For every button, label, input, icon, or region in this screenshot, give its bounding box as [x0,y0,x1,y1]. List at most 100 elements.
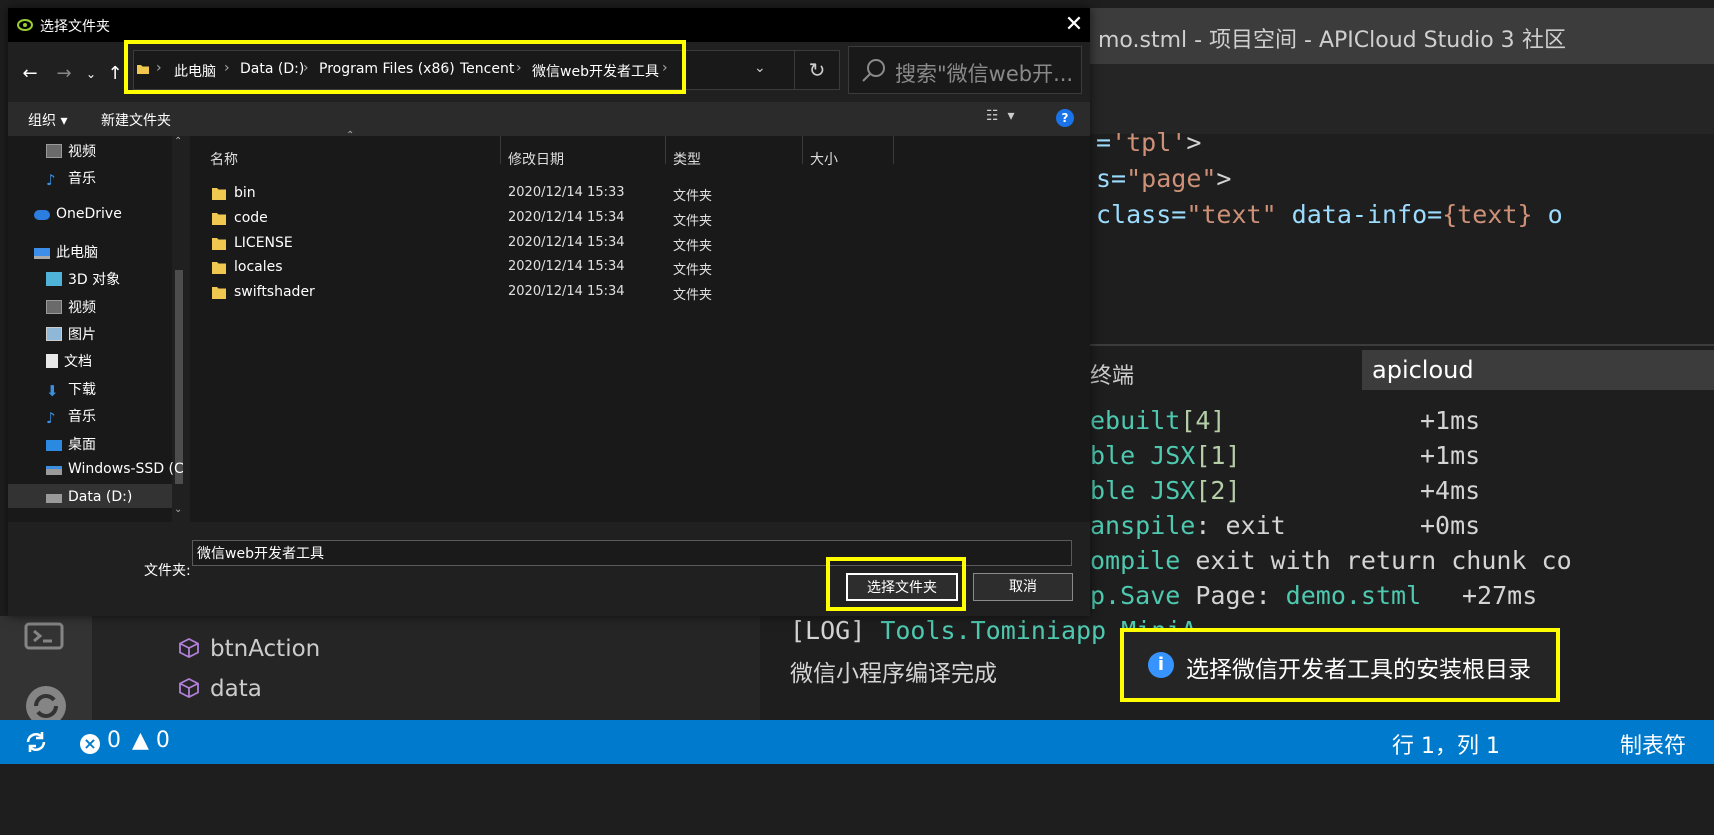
folder-icon [212,213,226,225]
file-type: 文件夹 [673,214,713,229]
nav-item-documents[interactable]: 文档 [46,351,92,371]
status-bar: × 0 ▲ 0 行 1，列 1 制表符 [0,720,1714,764]
dialog-toolbar: 组织 ▾ 新建文件夹 ☷ ▾ ? [8,102,1090,136]
close-icon[interactable]: ✕ [1060,12,1088,40]
nav-item-this-pc[interactable]: 此电脑 [34,242,98,262]
tab-terminal[interactable]: 终端 [1090,358,1134,390]
sort-ascending-icon: ⌃ [346,130,355,141]
panel-header: 终端 apicloud [1090,346,1714,406]
sync-status-icon[interactable] [24,730,48,754]
new-folder-button[interactable]: 新建文件夹 [101,110,171,130]
search-input[interactable]: 搜索"微信web开... [848,46,1082,94]
file-type: 文件夹 [673,239,713,254]
video-icon [46,300,62,314]
code-editor[interactable]: ='tpl'> s="page"> class="text" data-info… [1090,128,1714,344]
terminal-time: +27ms [1462,581,1538,610]
cloud-icon [34,210,50,220]
nav-item-videos[interactable]: 视频 [46,297,96,317]
document-icon [46,354,58,368]
file-name: locales [234,259,283,275]
refresh-icon[interactable]: ↻ [794,50,840,90]
dialog-title-bar[interactable]: 选择文件夹 ✕ [8,8,1090,42]
music-icon: ♪ [46,171,56,189]
file-name: LICENSE [234,235,293,251]
file-type: 文件夹 [673,189,713,204]
select-folder-dialog: 选择文件夹 ✕ ← → ⌄ ↑ › 此电脑 › Data (D:) › Prog… [8,8,1090,616]
column-divider[interactable] [665,136,666,164]
scroll-up-icon[interactable]: ⌃ [174,136,182,147]
folder-icon [212,262,226,274]
file-row[interactable]: locales 2020/12/14 15:34 文件夹 [190,256,1080,280]
organize-button[interactable]: 组织 ▾ [28,110,67,130]
column-divider[interactable] [500,136,501,164]
file-row[interactable]: bin 2020/12/14 15:33 文件夹 [190,182,1080,206]
terminal-icon[interactable] [24,622,64,650]
nav-item-windows-ssd[interactable]: Windows-SSD (C [46,461,184,477]
terminal-line: ebuilt[4] [1090,406,1226,435]
search-placeholder: 搜索"微信web开... [895,62,1074,86]
info-icon: i [1148,652,1174,678]
cancel-button[interactable]: 取消 [973,573,1073,601]
file-type: 文件夹 [673,288,713,303]
column-header-name[interactable]: 名称 [210,149,238,169]
outline-item[interactable]: data [178,676,262,702]
nav-item-videos[interactable]: 视频 [46,141,96,161]
address-highlight-box [124,40,686,94]
back-arrow-icon[interactable]: ← [20,62,40,86]
terminal-time: +0ms [1420,511,1481,540]
problems-indicator[interactable]: × 0 ▲ 0 [80,728,170,754]
nav-scroll-thumb[interactable] [175,270,183,484]
cube-icon [179,677,199,699]
nav-item-downloads[interactable]: ⬇ 下载 [46,379,96,399]
file-row[interactable]: LICENSE 2020/12/14 15:34 文件夹 [190,232,1080,256]
drive-icon [46,494,62,503]
file-modified: 2020/12/14 15:34 [508,259,625,274]
terminal-line: ompile exit with return chunk co [1090,546,1572,575]
community-menu[interactable]: 社区 [1522,22,1566,54]
warning-icon: ▲ [132,728,149,753]
help-icon[interactable]: ? [1056,109,1074,127]
cube-3d-icon [46,272,62,286]
code-line: class="text" data-info={text} o [1096,200,1563,229]
file-row[interactable]: code 2020/12/14 15:34 文件夹 [190,207,1080,231]
nav-item-onedrive[interactable]: OneDrive [34,206,122,222]
notification-toast[interactable]: i 选择微信开发者工具的安装根目录 [1120,628,1560,702]
terminal-line: p.Save Page: demo.stml [1090,581,1422,610]
folder-icon [212,287,226,299]
address-dropdown-chevron-icon[interactable]: ⌄ [754,60,766,76]
column-header-type[interactable]: 类型 [673,149,701,169]
nav-item-data-drive[interactable]: Data (D:) [46,489,132,505]
column-divider[interactable] [802,136,803,164]
view-options-icon[interactable]: ☷ ▾ [986,108,1014,124]
column-header-size[interactable]: 大小 [810,149,838,169]
sync-icon[interactable] [24,684,68,726]
file-modified: 2020/12/14 15:34 [508,210,625,225]
recent-locations-chevron-icon[interactable]: ⌄ [84,62,98,86]
cursor-position[interactable]: 行 1，列 1 [1392,728,1500,760]
indentation-status[interactable]: 制表符 [1620,728,1686,760]
nav-item-pictures[interactable]: 图片 [46,324,96,344]
outline-item[interactable]: btnAction [178,636,320,662]
activity-bar [0,616,92,726]
dialog-title: 选择文件夹 [40,19,110,35]
outline-panel: btnAction data [92,616,760,720]
nav-item-music[interactable]: ♪ 音乐 [46,406,96,426]
window-title: mo.stml - 项目空间 - APICloud Studio 3 [1098,28,1515,53]
editor-tab-bar [1090,64,1714,134]
column-divider[interactable] [893,136,894,164]
cube-icon [179,637,199,659]
forward-arrow-icon[interactable]: → [54,62,74,86]
nav-item-3d-objects[interactable]: 3D 对象 [46,269,120,289]
column-header-modified[interactable]: 修改日期 [508,149,564,169]
nav-item-desktop[interactable]: 桌面 [46,434,96,454]
scroll-down-icon[interactable]: ⌄ [174,504,182,515]
nav-item-music[interactable]: ♪ 音乐 [46,168,96,188]
file-list[interactable]: ⌃ 名称 修改日期 类型 大小 bin 2020/12/14 15:33 文件夹… [190,130,1090,522]
file-name: swiftshader [234,284,315,300]
file-row[interactable]: swiftshader 2020/12/14 15:34 文件夹 [190,281,1080,305]
file-name: code [234,210,268,226]
terminal-select[interactable]: apicloud [1362,350,1714,390]
code-line: ='tpl'> [1096,128,1202,157]
code-line: s="page"> [1096,164,1232,193]
up-arrow-icon[interactable]: ↑ [106,62,124,86]
